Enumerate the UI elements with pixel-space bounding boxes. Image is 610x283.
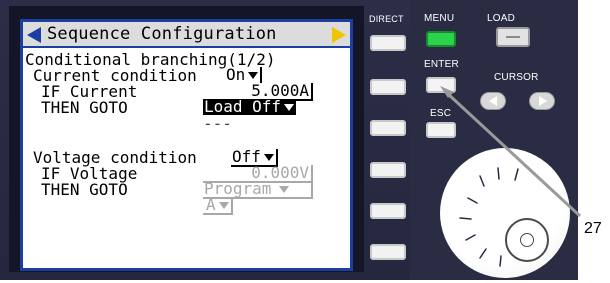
- callout-number: 27: [584, 220, 602, 237]
- callout-pointer: [440, 86, 582, 218]
